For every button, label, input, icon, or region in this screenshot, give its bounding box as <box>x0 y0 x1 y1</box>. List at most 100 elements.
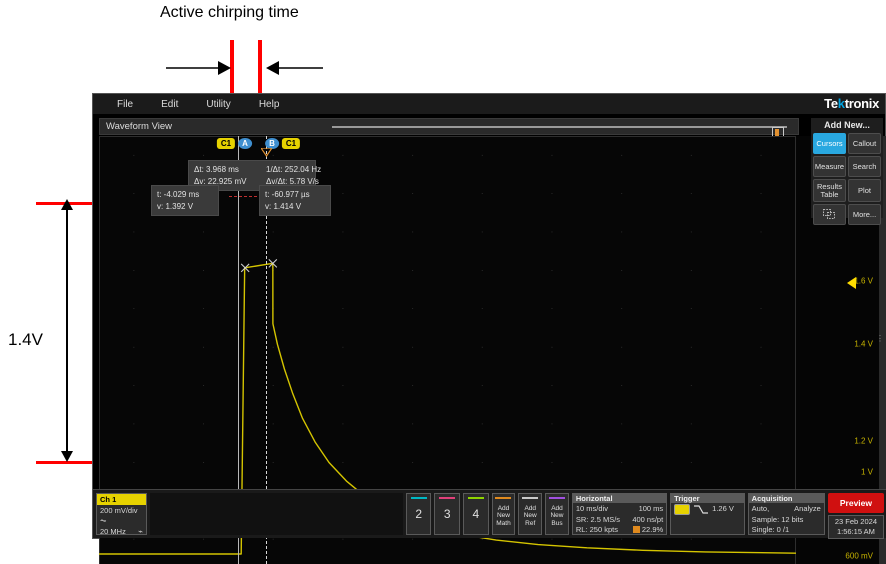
menu-item-utility[interactable]: Utility <box>192 97 244 112</box>
channel-1-scale: 200 mV/div <box>100 506 138 515</box>
acquisition-body: Auto, Analyze Sample: 12 bits Single: 0 … <box>749 503 824 537</box>
waveform-view-bar: Waveform View <box>99 118 799 141</box>
dc-coupling-icon: ⏦ <box>100 516 107 526</box>
cursor-b-voltage: v: 1.414 V <box>265 201 302 211</box>
datetime-display: 23 Feb 2024 1:56:15 AM <box>827 515 885 540</box>
cursor-a-voltage: v: 1.392 V <box>157 201 194 211</box>
add-new-math-label: Add New Math <box>496 504 511 527</box>
add-new-panel: Add New... Cursors Callout Measure Searc… <box>811 118 883 225</box>
cursor-badge-c1-left[interactable]: C1 <box>216 138 236 149</box>
cursors-button[interactable]: Cursors <box>813 133 846 154</box>
amplitude-arrow-head-up <box>61 199 73 210</box>
horizontal-body: 10 ms/div 100 ms SR: 2.5 MS/s 400 ns/pt … <box>573 503 666 537</box>
memory-usage: 22.9% <box>632 525 664 536</box>
falling-edge-icon <box>694 505 709 514</box>
menu-item-help[interactable]: Help <box>245 97 294 112</box>
amplitude-arrow-head-down <box>61 451 73 462</box>
cursor-b-time: t: -60.977 µs <box>265 190 310 199</box>
inv-delta-t-value: 1/Δt: 252.04 Hz <box>266 165 322 174</box>
bottom-status-bar: Ch 1 200 mV/div ⏦ 20 MHz ⌁ 2 3 4 Add New… <box>93 489 886 540</box>
channel-1-body: 200 mV/div ⏦ 20 MHz ⌁ <box>97 505 146 539</box>
cursor-badge-c1-right[interactable]: C1 <box>281 138 301 149</box>
add-new-button-grid: Cursors Callout Measure Search Results T… <box>811 133 883 225</box>
chirp-arrow-right-shaft <box>278 67 323 69</box>
channel-4-color-tick <box>467 497 484 499</box>
memory-usage-value: 22.9% <box>641 525 664 534</box>
measurement-badge-icon <box>823 209 835 219</box>
trigger-level: 1.26 V <box>712 504 734 514</box>
menu-bar: File Edit Utility Help <box>93 94 885 114</box>
waveform-view-label: Waveform View <box>106 121 172 132</box>
channel-3-color-tick <box>439 497 456 499</box>
cursor-link-dash <box>229 196 257 197</box>
sample-rate: SR: 2.5 MS/s <box>575 514 621 524</box>
acquisition-badge[interactable]: Acquisition Auto, Analyze Sample: 12 bit… <box>747 493 825 537</box>
date-value: 23 Feb 2024 <box>834 517 877 526</box>
channel-1-bandwidth: 20 MHz <box>100 527 126 537</box>
more-button[interactable]: More... <box>848 204 881 225</box>
acquisition-single: Single: 0 /1 <box>751 525 790 534</box>
menu-item-file[interactable]: File <box>103 97 147 112</box>
preview-button[interactable]: Preview <box>827 493 885 513</box>
channel-2-label: 2 <box>415 507 423 521</box>
bus-color-tick <box>548 497 565 499</box>
trigger-body: 1.26 V <box>671 503 743 516</box>
badge-tray-spacer <box>149 493 403 535</box>
cursor-a-readout[interactable]: t: -4.029 ms v: 1.392 V <box>151 185 219 217</box>
chirp-arrow-left-head <box>218 61 231 75</box>
add-new-ref-label: Add New Ref <box>523 504 537 527</box>
amplitude-arrow-shaft <box>66 208 68 455</box>
horizontal-title: Horizontal <box>572 494 667 503</box>
channel-3-button[interactable]: 3 <box>434 493 461 535</box>
cursor-b-handle-icon[interactable] <box>261 148 272 157</box>
pan-scrollbar-track[interactable] <box>332 126 787 141</box>
acquisition-title: Acquisition <box>748 494 824 503</box>
channel-3-label: 3 <box>443 507 451 521</box>
time-value: 1:56:15 AM <box>836 527 875 537</box>
plot-button[interactable]: Plot <box>848 179 881 202</box>
results-table-button[interactable]: Results Table <box>813 179 846 202</box>
add-new-math-button[interactable]: Add New Math <box>491 493 516 535</box>
channel-1-badge[interactable]: Ch 1 200 mV/div ⏦ 20 MHz ⌁ <box>96 493 147 536</box>
horizontal-badge[interactable]: Horizontal 10 ms/div 100 ms SR: 2.5 MS/s… <box>571 493 668 537</box>
channel-2-button[interactable]: 2 <box>405 493 432 535</box>
menu-item-edit[interactable]: Edit <box>147 97 192 112</box>
amplitude-label: 1.4V <box>8 330 43 349</box>
chirp-arrow-left-shaft <box>166 67 221 69</box>
trigger-badge[interactable]: Trigger 1.26 V <box>670 493 745 535</box>
cursor-b-readout[interactable]: t: -60.977 µs v: 1.414 V <box>259 185 331 217</box>
trigger-source-swatch <box>674 504 691 515</box>
callout-button[interactable]: Callout <box>848 133 881 154</box>
cursor-badge-a[interactable]: A <box>238 138 252 149</box>
delta-t-value: Δt: 3.968 ms <box>194 165 239 174</box>
add-new-title: Add New... <box>824 120 870 130</box>
annotation-title: Active chirping time <box>160 4 299 21</box>
trigger-title: Trigger <box>671 494 744 503</box>
acquisition-mode: Auto, <box>751 504 770 513</box>
measure-button[interactable]: Measure <box>813 156 846 177</box>
cursor-a-time: t: -4.029 ms <box>157 190 200 199</box>
oscilloscope-window: File Edit Utility Help Tektronix Wavefor… <box>92 93 886 564</box>
resolution: 400 ns/pt <box>632 514 664 524</box>
acquisition-sample: Sample: 12 bits <box>751 514 804 524</box>
channel-1-name: Ch 1 <box>97 494 146 505</box>
channel-4-button[interactable]: 4 <box>463 493 489 535</box>
horizontal-position: 100 ms <box>638 504 664 513</box>
math-color-tick <box>495 497 512 499</box>
measurement-badge-button[interactable] <box>813 204 846 225</box>
tektronix-logo: Tektronix <box>824 96 879 111</box>
ref-color-tick <box>522 497 539 499</box>
memory-usage-icon <box>632 526 640 533</box>
add-new-bus-button[interactable]: Add New Bus <box>545 493 569 535</box>
channel-2-color-tick <box>410 497 427 499</box>
chirp-arrow-right-head <box>266 61 279 75</box>
add-new-ref-button[interactable]: Add New Ref <box>518 493 543 535</box>
preview-column: Preview 23 Feb 2024 1:56:15 AM <box>827 493 885 540</box>
add-new-bus-label: Add New Bus <box>550 504 564 527</box>
acquisition-analyze: Analyze <box>794 504 821 513</box>
search-button[interactable]: Search <box>848 156 881 177</box>
record-length: RL: 250 kpts <box>575 525 618 534</box>
horizontal-scale: 10 ms/div <box>575 504 608 513</box>
channel-4-label: 4 <box>472 507 480 521</box>
probe-icon: ⌁ <box>138 526 143 536</box>
